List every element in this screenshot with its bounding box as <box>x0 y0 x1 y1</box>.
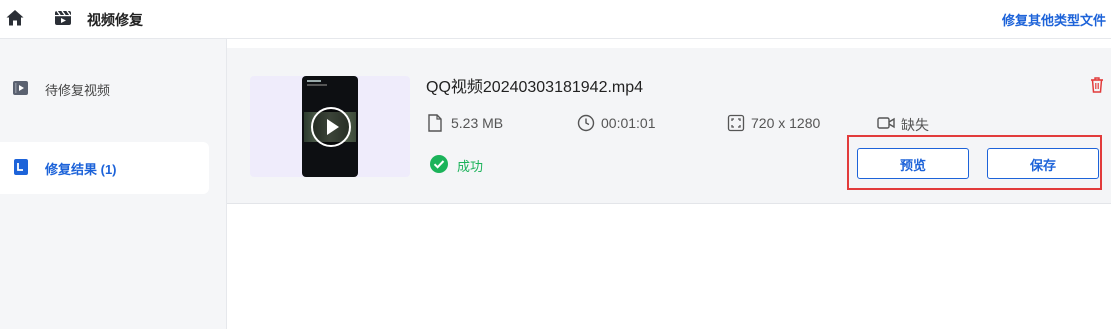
save-button[interactable]: 保存 <box>987 148 1099 179</box>
result-file-icon <box>12 158 30 176</box>
success-check-icon <box>430 155 448 173</box>
result-card: QQ视频20240303181942.mp4 5.23 MB 00:01:01 <box>227 48 1111 204</box>
app-title: 视频修复 <box>87 12 143 28</box>
trash-icon[interactable] <box>1089 76 1105 94</box>
resolution-icon <box>727 114 745 132</box>
resolution-value: 720 x 1280 <box>751 115 821 131</box>
repair-other-files-link[interactable]: 修复其他类型文件 <box>1002 10 1106 29</box>
audio-track-value: 缺失 <box>901 117 929 133</box>
sidebar: 待修复视频 修复结果 (1) <box>0 39 227 329</box>
clock-icon <box>577 114 595 132</box>
file-size-value: 5.23 MB <box>451 115 504 131</box>
home-icon[interactable] <box>5 8 25 28</box>
sidebar-item-repair-results[interactable]: 修复结果 (1) <box>0 142 209 194</box>
video-clapper-icon <box>54 9 72 27</box>
duration-value: 00:01:01 <box>601 115 656 131</box>
status-text: 成功 <box>457 159 484 174</box>
play-icon[interactable] <box>311 107 351 147</box>
video-thumbnail[interactable] <box>250 76 410 177</box>
sidebar-item-label: 修复结果 (1) <box>45 162 117 177</box>
video-file-icon <box>12 79 30 97</box>
sidebar-item-pending-videos[interactable]: 待修复视频 <box>0 63 209 115</box>
video-frame-detail <box>307 84 327 86</box>
file-icon <box>428 114 442 132</box>
top-bar: 视频修复 修复其他类型文件 <box>0 0 1111 39</box>
file-name: QQ视频20240303181942.mp4 <box>426 79 644 96</box>
preview-button[interactable]: 预览 <box>857 148 969 179</box>
sidebar-item-label: 待修复视频 <box>45 83 111 98</box>
video-frame-detail <box>307 80 321 82</box>
video-frame <box>302 76 358 177</box>
video-camera-icon <box>877 117 895 129</box>
main-content: QQ视频20240303181942.mp4 5.23 MB 00:01:01 <box>227 39 1111 329</box>
